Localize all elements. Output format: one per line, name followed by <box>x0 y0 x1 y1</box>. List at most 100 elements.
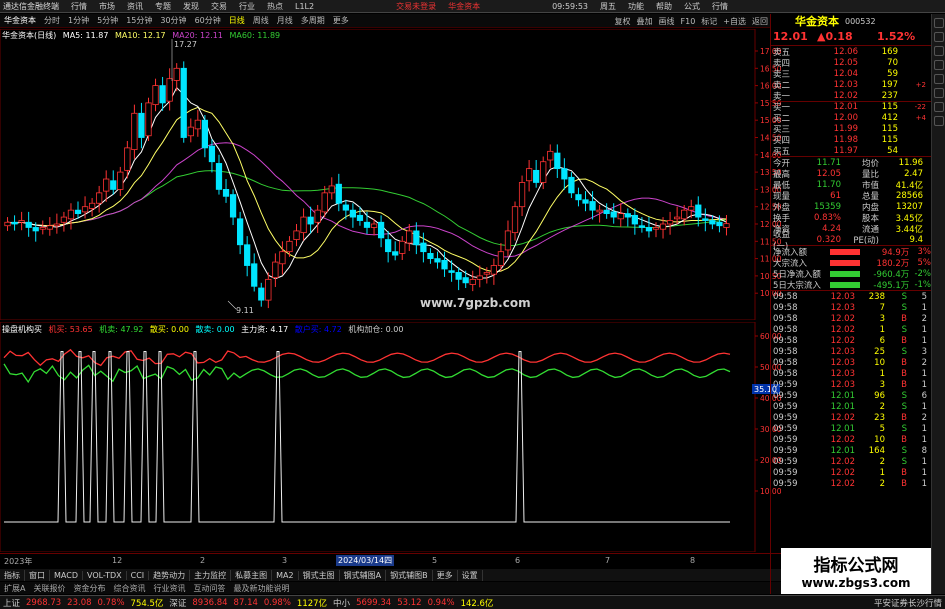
candle-up <box>124 147 131 171</box>
add-watchlist-button[interactable]: +自选 <box>720 16 749 27</box>
orderbook-volume: 115 <box>881 102 898 112</box>
watermark-line2: www.zbgs3.com <box>801 576 911 590</box>
tick-volume: 25 <box>874 346 885 357</box>
tick-volume: 2 <box>879 401 885 412</box>
menu-topics[interactable]: 专题 <box>149 1 177 12</box>
tab-1min[interactable]: 1分钟 <box>64 15 93 26</box>
tick-row: 09:59 12.02 2 B 1 <box>771 478 931 489</box>
menu-market[interactable]: 市场 <box>93 1 121 12</box>
candle-down <box>462 277 469 284</box>
tab-main-monitor[interactable]: 主力监控 <box>190 569 232 581</box>
side-icon-1[interactable] <box>933 18 944 28</box>
tab-monthly[interactable]: 月线 <box>273 15 297 26</box>
side-icon-6[interactable] <box>933 88 944 98</box>
indicator-panel[interactable]: 60.00 50.00 40.00 30.00 20.00 10.00 35.10 操盘机… <box>0 322 785 552</box>
tab-multi[interactable]: 多周期 <box>297 15 329 26</box>
tab-daily[interactable]: 日线 <box>225 15 249 26</box>
draw-button[interactable]: 画线 <box>656 16 678 27</box>
tab-60min[interactable]: 60分钟 <box>191 15 225 26</box>
subtab-qa[interactable]: 互动问答 <box>189 583 229 594</box>
tab-intraday[interactable]: 分时 <box>40 15 64 26</box>
subtab-newfeatures[interactable]: 最及新功能说明 <box>229 583 293 594</box>
candle-up <box>81 206 89 213</box>
menu-news[interactable]: 资讯 <box>121 1 149 12</box>
candle-up <box>674 216 681 220</box>
tick-list[interactable]: 09:58 12.03 238 S 5 09:58 12.03 7 S 1 09:58 12.02 3 B… <box>771 290 931 489</box>
candle-down <box>568 176 575 194</box>
side-icon-8[interactable] <box>933 116 944 126</box>
site-logo-watermark: 指标公式网 www.zbgs3.com <box>781 548 931 594</box>
menu-discover[interactable]: 发现 <box>177 1 205 12</box>
stat-value: 15359 <box>813 201 841 212</box>
tab-indicator[interactable]: 指标 <box>0 569 25 581</box>
side-icon-3[interactable] <box>933 46 944 56</box>
back-button[interactable]: 返回 <box>749 16 771 27</box>
side-icon-4[interactable] <box>933 60 944 70</box>
tab-steel-b[interactable]: 钢式辅图B <box>386 569 433 581</box>
menu-quotes[interactable]: 行情 <box>65 1 93 12</box>
ma20-label: MA20: 12.11 <box>172 31 223 40</box>
menu-level[interactable]: L1L2 <box>289 2 320 11</box>
tick-side: B <box>901 335 907 346</box>
xaxis-label-6: 6 <box>515 556 521 565</box>
stock-title: 华金资本 <box>4 16 36 25</box>
candle-down <box>138 112 145 138</box>
tick-side: S <box>901 302 907 313</box>
orderbook-price: 12.02 <box>833 90 858 101</box>
candle-up <box>117 171 124 190</box>
tab-window[interactable]: 窗口 <box>25 569 50 581</box>
tab-vol[interactable]: VOL-TDX <box>83 570 127 580</box>
day-display: 周五 <box>600 1 617 11</box>
tab-macd[interactable]: MACD <box>50 570 83 580</box>
tab-private-main[interactable]: 私募主图 <box>231 569 273 581</box>
tab-5min[interactable]: 5分钟 <box>93 15 122 26</box>
tab-cci[interactable]: CCI <box>127 570 150 580</box>
high-label: 17.27 <box>174 40 197 49</box>
menu-hot[interactable]: 热点 <box>261 1 289 12</box>
tab-weekly[interactable]: 周线 <box>249 15 273 26</box>
kline-chart[interactable]: 17.00 16.50 16.00 15.50 15.00 14.50 14.00 13.50… <box>0 29 785 320</box>
side-icon-2[interactable] <box>933 32 944 42</box>
flow-pct: -1% <box>914 279 931 290</box>
stat-value-2: 3.44亿 <box>895 224 923 235</box>
subtab-related[interactable]: 关联报价 <box>29 583 69 594</box>
menu-quote[interactable]: 行情 <box>706 1 734 12</box>
tick-price: 12.03 <box>830 302 855 313</box>
subtab-industry[interactable]: 行业资讯 <box>149 583 189 594</box>
tick-row: 09:59 12.02 1 B 1 <box>771 467 931 478</box>
overlay-button[interactable]: 叠加 <box>634 16 656 27</box>
menu-trade[interactable]: 交易 <box>205 1 233 12</box>
menu-help[interactable]: 帮助 <box>650 1 678 12</box>
subtab-news[interactable]: 综合资讯 <box>109 583 149 594</box>
tab-steel-main[interactable]: 钢式主图 <box>299 569 340 581</box>
tab-more[interactable]: 更多 <box>329 15 353 26</box>
tick-side: S <box>901 291 907 302</box>
tab-settings[interactable]: 设置 <box>458 569 483 581</box>
subtab-funds[interactable]: 资金分布 <box>69 583 109 594</box>
side-icon-5[interactable] <box>933 74 944 84</box>
tab-30min[interactable]: 30分钟 <box>156 15 190 26</box>
candle-down <box>342 204 349 211</box>
sz-change: 87.14 <box>233 597 258 608</box>
side-icon-7[interactable] <box>933 102 944 112</box>
subtab-ext[interactable]: 扩展A <box>0 583 29 594</box>
menu-formula[interactable]: 公式 <box>678 1 706 12</box>
menu-function[interactable]: 功能 <box>622 1 650 12</box>
candle-down <box>610 211 617 218</box>
candle-up <box>60 216 68 223</box>
tick-price: 12.01 <box>830 401 855 412</box>
tab-15min[interactable]: 15分钟 <box>122 15 156 26</box>
orderbook-row: 卖二 12.03 197 +2 <box>771 79 931 91</box>
login-status[interactable]: 交易未登录 <box>390 1 442 12</box>
candle-up <box>67 209 75 220</box>
tab-trend[interactable]: 趋势动力 <box>149 569 191 581</box>
menu-industry[interactable]: 行业 <box>233 1 261 12</box>
tab-more-ind[interactable]: 更多 <box>433 569 458 581</box>
tab-ma2[interactable]: MA2 <box>272 570 299 580</box>
f10-button[interactable]: F10 <box>678 17 699 26</box>
restore-button[interactable]: 复权 <box>612 16 634 27</box>
indicator-l6: 散户买: 4.72 <box>294 325 342 334</box>
mark-button[interactable]: 标记 <box>698 16 720 27</box>
candle-up <box>476 275 483 280</box>
tab-steel-a[interactable]: 钢式辅图A <box>340 569 387 581</box>
